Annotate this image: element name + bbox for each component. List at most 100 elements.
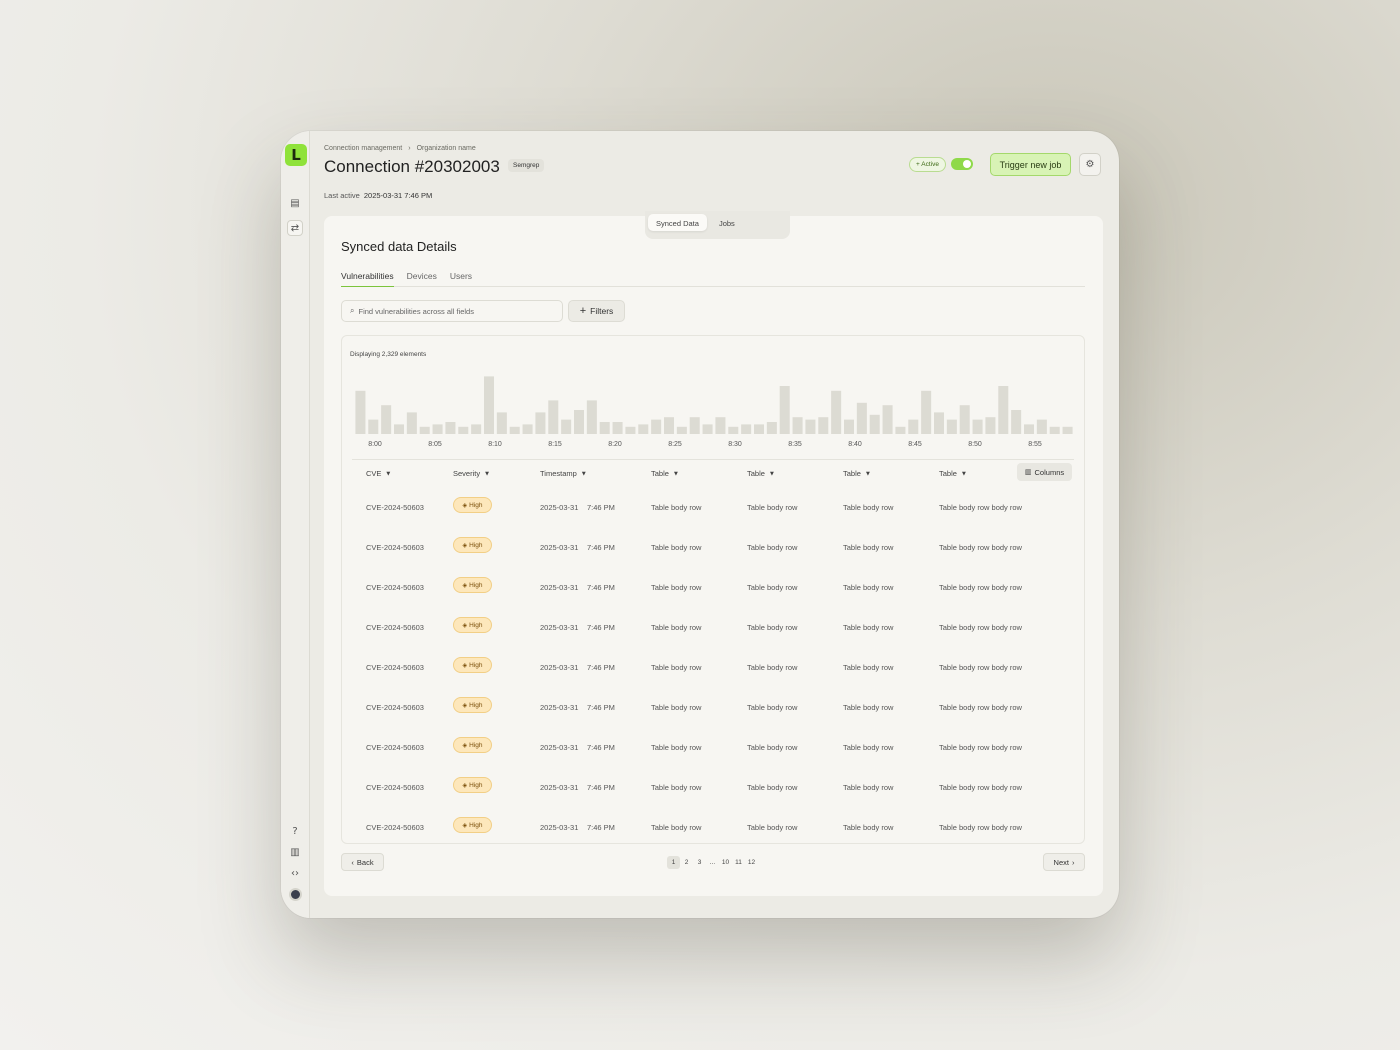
histogram-bar[interactable] — [1049, 426, 1060, 434]
tab-users[interactable]: Users — [450, 271, 472, 287]
page-12[interactable]: 12 — [745, 856, 758, 869]
histogram-bar[interactable] — [998, 386, 1009, 434]
histogram-bar[interactable] — [535, 412, 546, 434]
histogram-bar[interactable] — [908, 419, 919, 434]
table-row[interactable]: CVE-2024-50603 2025-03-31 7:46 PM Table bod… — [352, 567, 1074, 607]
histogram-bar[interactable] — [843, 419, 855, 434]
column-header-table[interactable]: Table ▼ — [843, 469, 870, 478]
column-header-timestamp[interactable]: Timestamp ▼ — [540, 469, 586, 478]
avatar[interactable] — [289, 888, 302, 901]
histogram-bar[interactable] — [921, 390, 932, 434]
histogram-bar[interactable] — [445, 422, 456, 434]
tab-vulnerabilities[interactable]: Vulnerabilities — [341, 271, 394, 287]
histogram-bar[interactable] — [381, 405, 392, 434]
histogram-bar[interactable] — [882, 405, 893, 434]
histogram-bar[interactable] — [831, 390, 842, 434]
histogram-bar[interactable] — [663, 417, 675, 434]
settings-button[interactable]: ⚙ — [1079, 153, 1101, 176]
histogram-bar[interactable] — [561, 419, 572, 434]
help-icon[interactable]: ? — [287, 824, 303, 840]
page-1[interactable]: 1 — [667, 856, 680, 869]
histogram-bar[interactable] — [959, 405, 970, 434]
back-button[interactable]: ‹ Back — [341, 853, 384, 871]
histogram-bar[interactable] — [548, 400, 559, 434]
page-3[interactable]: 3 — [693, 856, 706, 869]
histogram-bar[interactable] — [946, 419, 957, 434]
histogram-bar[interactable] — [612, 422, 623, 434]
histogram-bar[interactable] — [1011, 410, 1022, 434]
histogram-bar[interactable] — [638, 424, 649, 434]
table-row[interactable]: CVE-2024-50603 2025-03-31 7:46 PM Table bod… — [352, 727, 1074, 767]
trigger-new-job-button[interactable]: Trigger new job — [990, 153, 1071, 176]
next-button[interactable]: Next › — [1043, 853, 1085, 871]
histogram-bar[interactable] — [689, 417, 700, 434]
table-row[interactable]: CVE-2024-50603 2025-03-31 7:46 PM Table bod… — [352, 767, 1074, 807]
column-header-table[interactable]: Table ▼ — [651, 469, 678, 478]
histogram-bar[interactable] — [483, 376, 495, 434]
histogram-bar[interactable] — [676, 426, 687, 434]
histogram-bar[interactable] — [599, 422, 610, 434]
histogram-bar[interactable] — [368, 419, 379, 434]
tab-devices[interactable]: Devices — [407, 271, 437, 287]
histogram-bar[interactable] — [766, 422, 777, 434]
histogram-bar[interactable] — [458, 426, 469, 434]
histogram-bar[interactable] — [419, 426, 430, 434]
histogram-bar[interactable] — [753, 424, 765, 434]
page-11[interactable]: 11 — [732, 856, 745, 869]
page-2[interactable]: 2 — [680, 856, 693, 869]
table-row[interactable]: CVE-2024-50603 2025-03-31 7:46 PM Table bod… — [352, 687, 1074, 727]
histogram-bar[interactable] — [702, 424, 713, 434]
table-row[interactable]: CVE-2024-50603 2025-03-31 7:46 PM Table bod… — [352, 807, 1074, 847]
histogram-bar[interactable] — [522, 424, 533, 434]
histogram-bar[interactable] — [573, 410, 585, 434]
histogram-bar[interactable] — [1036, 419, 1047, 434]
table-row[interactable]: CVE-2024-50603 2025-03-31 7:46 PM Table bod… — [352, 527, 1074, 567]
breadcrumb-item[interactable]: Connection management — [324, 145, 402, 152]
histogram-bar[interactable] — [856, 402, 867, 434]
histogram-bar[interactable] — [779, 386, 790, 434]
sync-icon[interactable]: ⇄ — [287, 220, 303, 236]
filters-button[interactable]: + Filters — [568, 300, 625, 322]
histogram-bar[interactable] — [625, 426, 636, 434]
histogram-bar[interactable] — [586, 400, 597, 434]
histogram-bar[interactable] — [471, 424, 482, 434]
histogram-bar[interactable] — [895, 426, 906, 434]
code-icon[interactable]: ‹› — [287, 866, 303, 882]
search-input[interactable]: ⌕ Find vulnerabilities across all fields — [341, 300, 563, 322]
histogram-bar[interactable] — [1062, 426, 1073, 434]
histogram-bar[interactable] — [792, 417, 803, 434]
histogram-bar[interactable] — [406, 412, 417, 434]
page-10[interactable]: 10 — [719, 856, 732, 869]
table-row[interactable]: CVE-2024-50603 2025-03-31 7:46 PM Table bod… — [352, 487, 1074, 527]
breadcrumb-item[interactable]: Organization name — [417, 145, 476, 152]
histogram-bar[interactable] — [869, 414, 880, 434]
histogram-bar[interactable] — [741, 424, 752, 434]
table-row[interactable]: CVE-2024-50603 2025-03-31 7:46 PM Table bod… — [352, 607, 1074, 647]
column-header-table[interactable]: Table ▼ — [747, 469, 774, 478]
histogram-bar[interactable] — [432, 424, 443, 434]
histogram-bar[interactable] — [972, 419, 983, 434]
histogram-bar[interactable] — [985, 417, 996, 434]
histogram-bar[interactable] — [651, 419, 662, 434]
histogram-bar[interactable] — [1023, 424, 1035, 434]
histogram-bar[interactable] — [496, 412, 507, 434]
table-row[interactable]: CVE-2024-50603 2025-03-31 7:46 PM Table bod… — [352, 647, 1074, 687]
docs-icon[interactable]: ▥ — [287, 845, 303, 861]
histogram-bar[interactable] — [509, 426, 520, 434]
histogram-bar[interactable] — [805, 419, 816, 434]
dashboard-icon[interactable]: ▤ — [287, 196, 303, 212]
tab-jobs[interactable]: Jobs — [711, 214, 743, 231]
columns-button[interactable]: ▥ Columns — [1017, 463, 1072, 481]
active-toggle[interactable] — [951, 158, 973, 170]
histogram-bar[interactable] — [715, 417, 726, 434]
column-header-cve[interactable]: CVE ▼ — [366, 469, 390, 478]
histogram-bar[interactable] — [393, 424, 405, 434]
histogram-bar[interactable] — [728, 426, 739, 434]
tab-synced-data[interactable]: Synced Data — [648, 214, 707, 231]
column-header-severity[interactable]: Severity ▼ — [453, 469, 489, 478]
logo[interactable]: L — [285, 144, 307, 166]
histogram-bar[interactable] — [818, 417, 829, 434]
histogram-bar[interactable] — [933, 412, 945, 434]
histogram-bar[interactable] — [355, 390, 366, 434]
column-header-table[interactable]: Table ▼ — [939, 469, 966, 478]
